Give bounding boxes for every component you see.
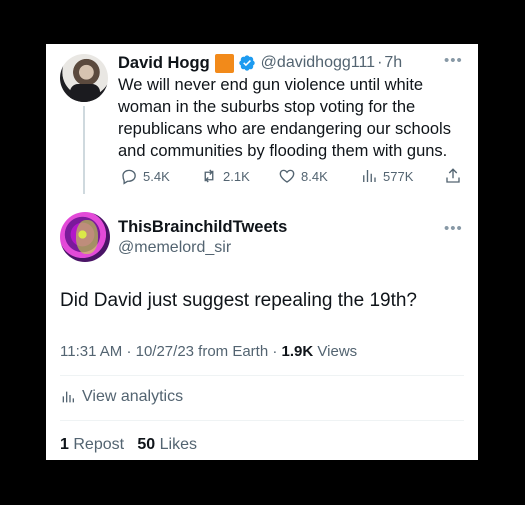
parent-tweet-text: We will never end gun violence until whi… <box>118 76 451 160</box>
repost-label: Repost <box>73 436 125 453</box>
tweet-text: Did David just suggest repealing the 19t… <box>60 290 418 311</box>
author-name[interactable]: ThisBrainchildTweets <box>118 218 287 237</box>
analytics-icon <box>62 391 74 403</box>
repost-button[interactable]: 2.1K <box>200 167 250 185</box>
thread-connector <box>83 106 85 194</box>
verified-badge-icon[interactable] <box>238 54 256 72</box>
tweet-time[interactable]: 7h <box>384 54 402 72</box>
parent-tweet-actions: 5.4K 2.1K 8.4K 577K <box>118 164 468 188</box>
view-analytics-link[interactable]: View analytics <box>60 388 183 406</box>
author-handle[interactable]: @davidhogg111 <box>261 54 375 72</box>
tweet-date[interactable]: 10/27/23 <box>136 343 194 360</box>
tweet-card: David Hogg @davidhogg111 · 7h ••• We wil… <box>46 44 478 460</box>
share-button[interactable] <box>444 167 462 185</box>
tweet-source: from Earth <box>198 343 269 360</box>
author-avatar[interactable] <box>60 54 108 102</box>
like-count: 50 <box>137 436 156 453</box>
views-count: 1.9K <box>281 343 314 360</box>
like-button[interactable]: 8.4K <box>278 167 328 185</box>
tweet-metadata: 11:31 AM · 10/27/23 from Earth · 1.9K Vi… <box>60 343 357 360</box>
engagement-stats: 1 Repost 50 Likes <box>60 436 197 454</box>
heart-icon <box>279 169 295 183</box>
repost-icon <box>204 169 214 183</box>
like-label: Likes <box>159 436 198 453</box>
share-icon <box>446 168 460 183</box>
tweet-time[interactable]: 11:31 AM <box>60 343 122 360</box>
separator-dot: · <box>377 54 383 71</box>
view-analytics-label: View analytics <box>82 388 184 405</box>
analytics-icon <box>363 170 376 182</box>
author-handle[interactable]: @memelord_sir <box>118 239 231 257</box>
repost-count: 2.1K <box>223 168 250 184</box>
more-options-icon[interactable]: ••• <box>444 220 463 237</box>
reposts-stat[interactable]: 1 Repost <box>60 436 124 453</box>
views-label: Views <box>317 343 358 360</box>
more-options-icon[interactable]: ••• <box>444 52 463 69</box>
like-count: 8.4K <box>301 168 328 184</box>
divider <box>60 375 464 376</box>
reply-button[interactable]: 5.4K <box>120 167 170 185</box>
separator-dot: · <box>126 343 132 360</box>
author-avatar[interactable] <box>60 212 110 262</box>
reply-count: 5.4K <box>143 168 170 184</box>
likes-stat[interactable]: 50 Likes <box>137 436 197 453</box>
orange-square-emoji <box>214 53 234 73</box>
divider <box>60 420 464 421</box>
views-count: 577K <box>383 168 414 184</box>
views-button[interactable]: 577K <box>360 167 413 185</box>
reply-icon <box>122 169 136 185</box>
separator-dot: · <box>272 343 278 360</box>
author-name[interactable]: David Hogg <box>118 54 210 73</box>
repost-count: 1 <box>60 436 69 453</box>
parent-tweet-header: David Hogg @davidhogg111 · 7h <box>118 52 402 74</box>
